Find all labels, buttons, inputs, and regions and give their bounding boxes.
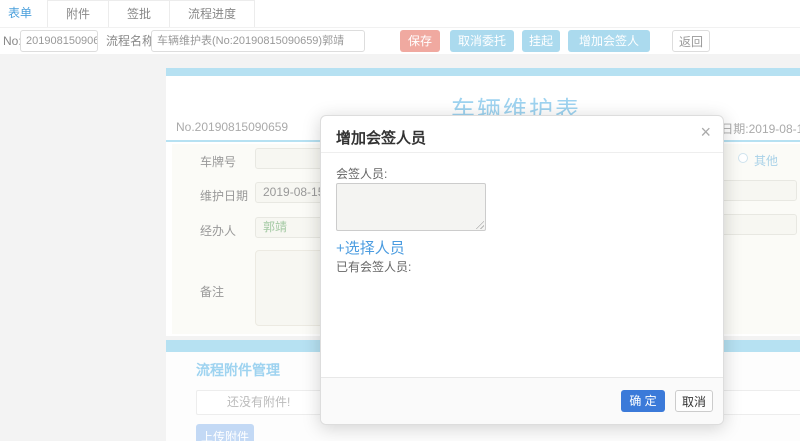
tab-bar: 表单 附件 签批 流程进度 (0, 0, 800, 28)
other-option-label: 其他 (754, 154, 779, 168)
maintenance-date-label: 维护日期 (200, 189, 249, 203)
plate-number-label: 车牌号 (200, 155, 237, 169)
modal-title: 增加会签人员 (336, 130, 427, 147)
confirm-button[interactable]: 确 定 (621, 390, 665, 412)
form-number: No.20190815090659 (176, 120, 289, 134)
save-button[interactable]: 保存 (400, 30, 440, 52)
toolbar: No: 20190815090659 流程名称: 车辆维护表(No:201908… (0, 28, 800, 54)
countersign-person-textarea[interactable] (336, 183, 486, 231)
add-countersign-modal: 增加会签人员 × 会签人员: +选择人员 已有会签人员: 确 定 取消 (320, 115, 724, 425)
remarks-label: 备注 (200, 285, 225, 299)
suspend-button[interactable]: 挂起 (522, 30, 560, 52)
upload-attachment-button[interactable]: 上传附件 (196, 424, 254, 441)
other-radio[interactable] (738, 153, 748, 163)
close-icon[interactable]: × (700, 122, 711, 143)
tab-process-progress[interactable]: 流程进度 (169, 0, 256, 27)
cancel-button[interactable]: 取消 (675, 390, 713, 412)
countersign-person-label: 会签人员: (336, 167, 388, 181)
process-name-label: 流程名称: (106, 34, 158, 48)
tab-attachments[interactable]: 附件 (47, 0, 110, 27)
handler-label: 经办人 (200, 224, 237, 238)
tab-sign-approve[interactable]: 签批 (108, 0, 171, 27)
no-label: No: (3, 34, 22, 48)
modal-header: 增加会签人员 × (321, 116, 723, 153)
select-person-link[interactable]: +选择人员 (336, 237, 405, 258)
modal-footer: 确 定 取消 (321, 377, 723, 424)
existing-countersign-label: 已有会签人员: (336, 260, 412, 274)
card-top-accent-bar (166, 68, 800, 76)
add-countersign-button[interactable]: 增加会签人 (568, 30, 650, 52)
cancel-delegate-button[interactable]: 取消委托 (450, 30, 514, 52)
resize-grip-icon[interactable] (475, 220, 484, 229)
process-name-input[interactable]: 车辆维护表(No:20190815090659)郭靖 (151, 30, 365, 52)
no-input[interactable]: 20190815090659 (20, 30, 98, 52)
form-date: 日期:2019-08-15 (721, 122, 800, 136)
attachment-section-title: 流程附件管理 (196, 362, 280, 378)
tab-form[interactable]: 表单 (0, 0, 40, 27)
back-button[interactable]: 返回 (672, 30, 710, 52)
